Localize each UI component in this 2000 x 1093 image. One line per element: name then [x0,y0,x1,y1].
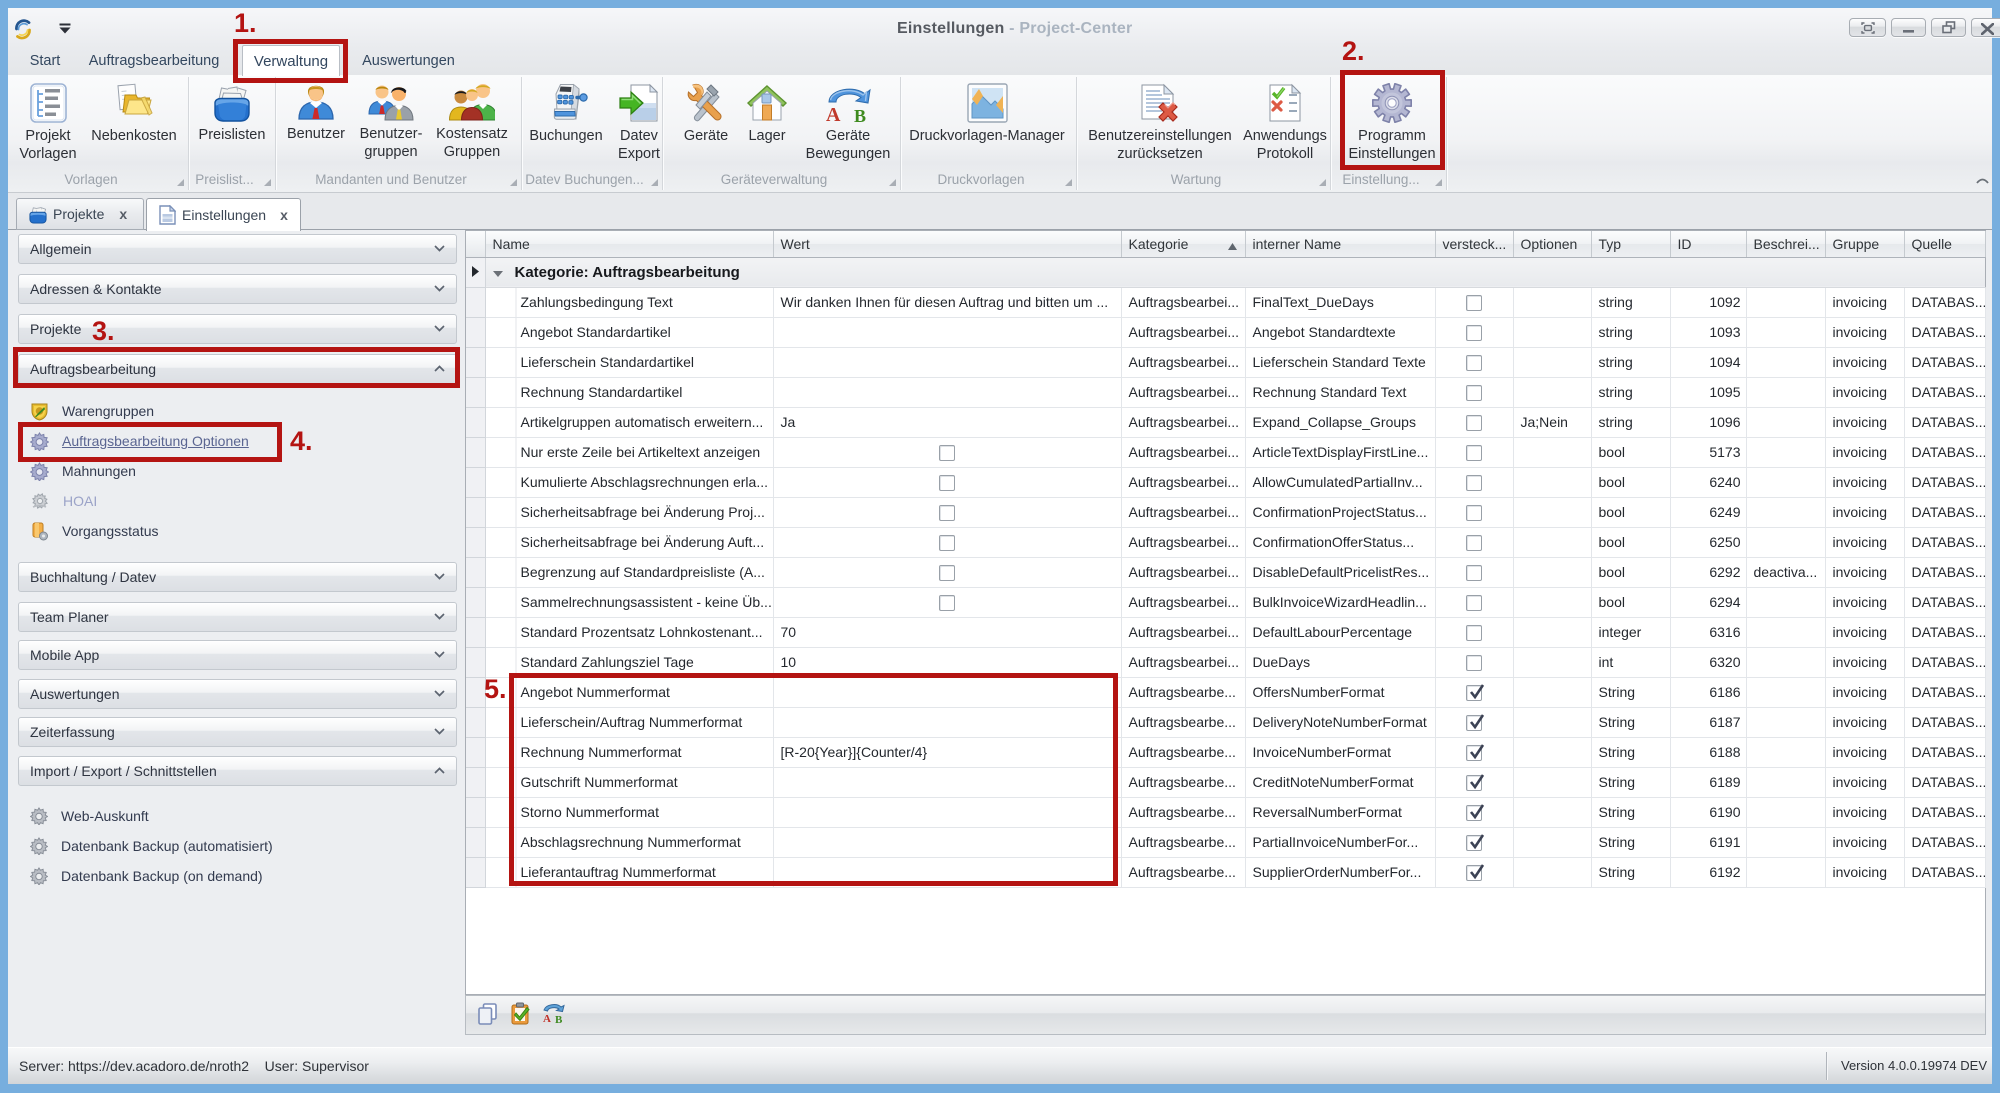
svg-text:B: B [555,1014,563,1025]
svg-text:B: B [854,106,866,123]
svg-text:A: A [543,1013,551,1025]
svg-text:A: A [826,104,841,123]
